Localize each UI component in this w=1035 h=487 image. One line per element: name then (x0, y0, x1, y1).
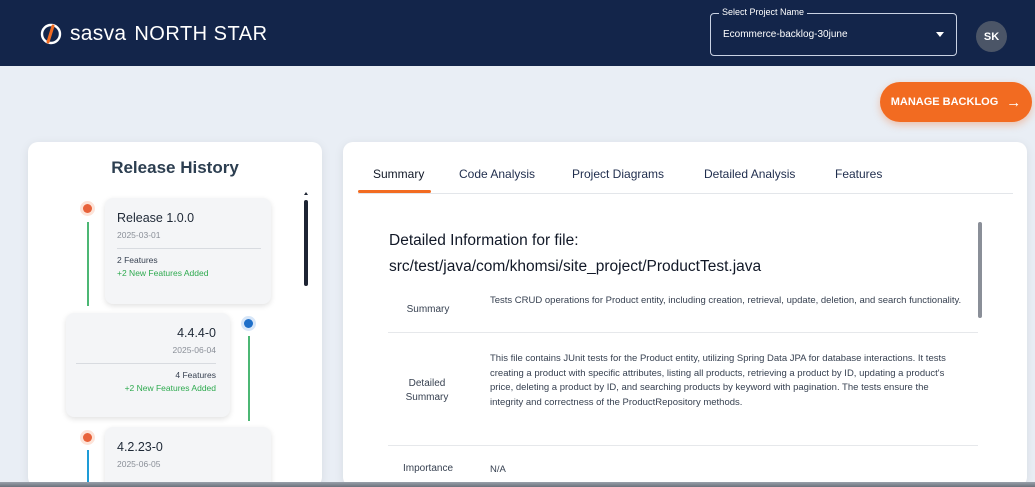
timeline-dot (244, 319, 253, 328)
release-feature-count: 4 Features (175, 370, 216, 380)
tab-code-analysis[interactable]: Code Analysis (459, 167, 535, 181)
file-heading-label: Detailed Information for file: (389, 232, 579, 249)
release-history-panel: Release History Release 1.0.0 2025-03-01… (28, 142, 322, 487)
row-value: N/A (490, 464, 506, 475)
release-new-features: +2 New Features Added (117, 268, 209, 278)
bottom-edge (0, 482, 1035, 487)
table-row: Summary Tests CRUD operations for Produc… (388, 287, 978, 333)
project-select-label: Select Project Name (719, 7, 808, 17)
file-details-panel: Summary Code Analysis Project Diagrams D… (343, 142, 1027, 487)
row-value: Tests CRUD operations for Product entity… (490, 295, 962, 306)
active-tab-indicator (358, 190, 431, 193)
file-heading: Detailed Information for file: src/test/… (389, 228, 761, 280)
tab-project-diagrams[interactable]: Project Diagrams (572, 167, 664, 181)
release-name: Release 1.0.0 (117, 211, 195, 225)
release-date: 2025-06-04 (172, 345, 216, 355)
timeline-line (247, 336, 250, 421)
app-logo[interactable]: sasva NORTH STAR (40, 22, 268, 46)
table-row: Importance N/A (388, 446, 978, 487)
timeline-line (86, 222, 89, 306)
tab-bar: Summary Code Analysis Project Diagrams D… (358, 142, 1013, 194)
release-divider (117, 248, 261, 249)
user-avatar[interactable]: SK (976, 21, 1007, 52)
timeline-dot (83, 433, 92, 442)
arrow-right-icon: → (1006, 93, 1022, 111)
manage-backlog-button[interactable]: MANAGE BACKLOG → (880, 82, 1032, 122)
release-card[interactable]: 4.4.4-0 2025-06-04 4 Features +2 New Fea… (66, 313, 230, 417)
manage-backlog-label: MANAGE BACKLOG (890, 96, 999, 108)
row-value: This file contains JUnit tests for the P… (490, 353, 946, 408)
release-divider (76, 363, 216, 364)
row-label: Importance (402, 463, 454, 474)
release-new-features: +2 New Features Added (124, 383, 216, 393)
caret-down-icon (936, 32, 944, 37)
tab-detailed-analysis[interactable]: Detailed Analysis (704, 167, 795, 181)
content-scrollbar[interactable] (978, 222, 982, 318)
release-card[interactable]: 4.2.23-0 2025-06-05 (105, 427, 271, 487)
project-select-value: Ecommerce-backlog-30june (723, 29, 848, 40)
release-history-title: Release History (111, 158, 239, 177)
tab-summary[interactable]: Summary (373, 167, 424, 181)
row-label: Summary (406, 304, 450, 315)
sasva-logo-icon (40, 23, 62, 45)
top-header: sasva NORTH STAR Select Project Name Eco… (0, 0, 1035, 66)
logo-brand: sasva (70, 22, 127, 45)
release-card[interactable]: Release 1.0.0 2025-03-01 2 Features +2 N… (105, 198, 271, 304)
project-select[interactable]: Select Project Name Ecommerce-backlog-30… (710, 7, 957, 56)
tab-features[interactable]: Features (835, 167, 882, 181)
release-feature-count: 2 Features (117, 255, 158, 265)
row-label: Detailed Summary (405, 378, 449, 403)
release-name: 4.2.23-0 (117, 440, 163, 454)
file-path: src/test/java/com/khomsi/site_project/Pr… (389, 258, 762, 275)
logo-product: NORTH STAR (134, 22, 268, 45)
scroll-up-icon[interactable] (304, 192, 308, 195)
release-date: 2025-06-05 (117, 459, 161, 469)
release-history-scrollbar[interactable] (304, 192, 308, 287)
release-date: 2025-03-01 (117, 230, 161, 240)
release-name: 4.4.4-0 (177, 326, 216, 340)
timeline-dot (83, 204, 92, 213)
scrollbar-thumb[interactable] (304, 200, 308, 286)
table-row: Detailed Summary This file contains JUni… (388, 333, 978, 446)
